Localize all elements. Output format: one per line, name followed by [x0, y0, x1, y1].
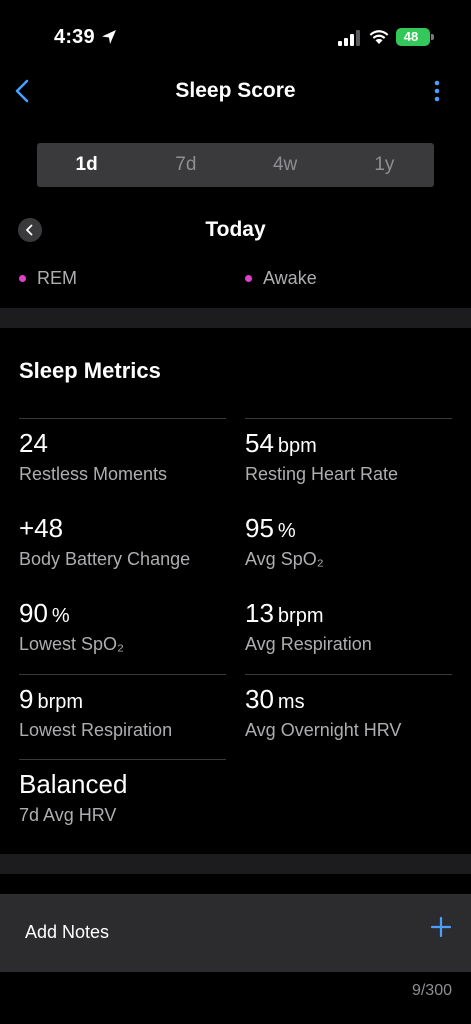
- status-time: 4:39: [54, 26, 95, 48]
- metric-unit: %: [277, 520, 296, 542]
- plus-icon[interactable]: [430, 916, 452, 938]
- status-bar: 4:39 48: [0, 0, 471, 70]
- legend-label: Awake: [263, 268, 317, 288]
- segment-1y[interactable]: 1y: [335, 143, 434, 187]
- sleep-metrics-title: Sleep Metrics: [19, 358, 161, 383]
- metric-avg-spo2: 95% Avg SpO₂: [245, 504, 452, 570]
- metric-label: Avg Respiration: [245, 634, 372, 654]
- section-divider: [0, 308, 471, 328]
- metric-label: Body Battery Change: [19, 549, 191, 569]
- metric-label: Lowest Respiration: [19, 720, 173, 740]
- metric-unit: ms: [277, 691, 305, 713]
- location-arrow-icon: [102, 30, 116, 44]
- metric-unit: bpm: [277, 435, 317, 457]
- battery-cap: [431, 34, 434, 40]
- notes-character-count: 9/300: [411, 982, 452, 999]
- section-divider: [0, 854, 471, 874]
- metric-value: 30: [245, 684, 274, 714]
- metric-unit: %: [51, 605, 70, 627]
- metric-value: 90: [19, 598, 48, 628]
- rem-dot-icon: [19, 275, 26, 282]
- metric-resting-heart-rate: 54 bpm Resting Heart Rate: [245, 418, 452, 485]
- metric-lowest-respiration: 9 brpm Lowest Respiration: [19, 674, 226, 741]
- metric-label: Avg SpO₂: [245, 549, 324, 569]
- header: Sleep Score: [0, 70, 471, 114]
- page-title: Sleep Score: [175, 79, 296, 102]
- metric-value: 9: [19, 684, 34, 714]
- metric-label: Restless Moments: [19, 464, 168, 484]
- segment-7d[interactable]: 7d: [136, 143, 235, 187]
- metric-unit: brpm: [37, 691, 84, 713]
- cellular-signal-icon: [338, 30, 360, 46]
- segment-1d[interactable]: 1d: [37, 143, 136, 187]
- metric-label: Resting Heart Rate: [245, 464, 399, 484]
- metric-body-battery-change: +48 Body Battery Change: [19, 504, 226, 570]
- more-options-icon[interactable]: [430, 78, 444, 104]
- metric-value: 13: [245, 598, 274, 628]
- battery-level: 48: [403, 29, 419, 44]
- metric-avg-overnight-hrv: 30 ms Avg Overnight HRV: [245, 674, 452, 741]
- metric-unit: brpm: [277, 605, 324, 627]
- metric-avg-respiration: 13 brpm Avg Respiration: [245, 589, 452, 655]
- wifi-icon: [369, 30, 389, 44]
- awake-dot-icon: [245, 275, 252, 282]
- metric-value: 24: [19, 428, 48, 458]
- metric-lowest-spo2: 90% Lowest SpO₂: [19, 589, 226, 655]
- metric-7d-avg-hrv: Balanced 7d Avg HRV: [19, 759, 226, 826]
- metric-value: 54: [245, 428, 274, 458]
- metric-value: +48: [19, 513, 64, 543]
- date-label: Today: [205, 218, 266, 241]
- metric-label: Lowest SpO₂: [19, 634, 125, 654]
- legend-item-rem: REM: [19, 268, 77, 289]
- legend-label: REM: [37, 268, 77, 288]
- metric-label: Avg Overnight HRV: [245, 720, 402, 740]
- metric-label: 7d Avg HRV: [19, 805, 117, 825]
- segment-4w[interactable]: 4w: [236, 143, 335, 187]
- legend-item-awake: Awake: [245, 268, 317, 289]
- metric-restless-moments: 24 Restless Moments: [19, 418, 226, 485]
- metric-value: Balanced: [19, 769, 128, 799]
- add-notes-row[interactable]: Add Notes: [0, 894, 471, 972]
- metric-value: 95: [245, 513, 274, 543]
- time-range-segmented-control: 1d 7d 4w 1y: [37, 143, 434, 187]
- add-notes-label: Add Notes: [25, 922, 110, 942]
